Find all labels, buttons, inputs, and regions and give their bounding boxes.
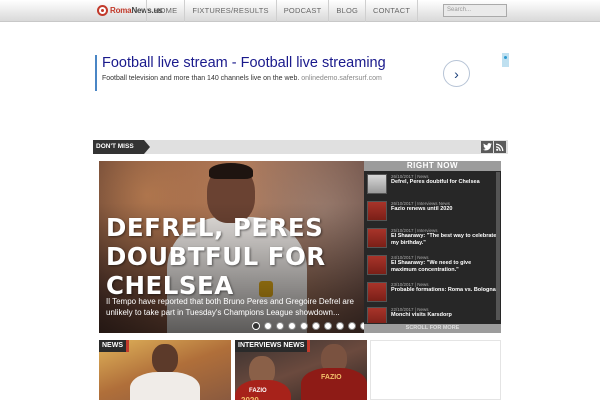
empty-card bbox=[370, 340, 501, 400]
news-card[interactable]: NEWS bbox=[99, 340, 231, 400]
right-now-item[interactable]: 22/10/2017 | News Monchi visits Karsdorp bbox=[367, 307, 497, 323]
slider-dot[interactable] bbox=[252, 322, 260, 330]
slider-pagination bbox=[252, 322, 364, 330]
right-now-headline[interactable]: Fazio renews until 2020 bbox=[391, 206, 497, 213]
card-player-head bbox=[152, 344, 178, 374]
card-shirt-right bbox=[301, 368, 367, 400]
right-now-headline[interactable]: Defrel, Peres doubtful for Chelsea bbox=[391, 179, 497, 186]
slider-dot[interactable] bbox=[324, 322, 332, 330]
featured-headline[interactable]: DEFREL, PERES DOUBTFUL FOR CHELSEA bbox=[106, 213, 356, 300]
slider-dot[interactable] bbox=[336, 322, 344, 330]
right-now-item[interactable]: 26/10/2017 | Interviews News Fazio renews… bbox=[367, 201, 497, 223]
right-now-item[interactable]: 25/10/2017 | Interviews El Shaarawy: "The… bbox=[367, 228, 497, 250]
logo-icon bbox=[97, 5, 108, 16]
ad-next-arrow-icon[interactable]: › bbox=[443, 60, 470, 87]
ad-url[interactable]: onlinedemo.safersurf.com bbox=[301, 75, 382, 82]
nav-item-contact[interactable]: CONTACT bbox=[365, 0, 419, 22]
right-now-thumbnail bbox=[367, 282, 387, 302]
top-navigation-bar: RomaNews.us HOME FIXTURES/RESULTS PODCAS… bbox=[0, 0, 600, 22]
scroll-for-more-button[interactable]: SCROLL FOR MORE bbox=[364, 324, 501, 333]
right-now-scrollbar[interactable] bbox=[496, 172, 500, 320]
shirt-year: 2020 bbox=[241, 396, 259, 400]
dont-miss-bar: DON'T MISS bbox=[93, 140, 508, 154]
nav-item-blog[interactable]: BLOG bbox=[328, 0, 365, 22]
featured-slider[interactable]: DEFREL, PERES DOUBTFUL FOR CHELSEA Il Te… bbox=[99, 161, 364, 333]
slider-dot[interactable] bbox=[312, 322, 320, 330]
right-now-item[interactable]: 26/10/2017 | News Defrel, Peres doubtful … bbox=[367, 174, 497, 196]
interviews-news-card[interactable]: INTERVIEWS NEWS FAZIO FAZIO 2020 bbox=[235, 340, 367, 400]
search-input[interactable]: Search... bbox=[443, 4, 507, 17]
right-now-headline[interactable]: Probable formations: Roma vs. Bologna bbox=[391, 287, 497, 294]
shirt-name-right: FAZIO bbox=[321, 374, 342, 381]
ad-description: Football television and more than 140 ch… bbox=[102, 75, 475, 82]
slider-dot[interactable] bbox=[300, 322, 308, 330]
right-now-headline[interactable]: Monchi visits Karsdorp bbox=[391, 312, 497, 319]
twitter-icon[interactable] bbox=[481, 141, 493, 153]
shirt-name-left: FAZIO bbox=[249, 388, 267, 394]
nav-item-fixtures-results[interactable]: FIXTURES/RESULTS bbox=[184, 0, 275, 22]
slider-dot[interactable] bbox=[264, 322, 272, 330]
right-now-headline[interactable]: El Shaarawy: "The best way to celebrate … bbox=[391, 233, 497, 247]
ad-title[interactable]: Football live stream - Football live str… bbox=[102, 55, 475, 71]
ad-description-text: Football television and more than 140 ch… bbox=[102, 75, 300, 82]
right-now-item[interactable]: 24/10/2017 | News El Shaarawy: "We need t… bbox=[367, 255, 497, 277]
card-player-shirt bbox=[130, 372, 200, 400]
rss-icon[interactable] bbox=[494, 141, 506, 153]
card-category-label[interactable]: NEWS bbox=[99, 340, 129, 352]
ad-choices-icon[interactable] bbox=[502, 53, 509, 67]
right-now-thumbnail bbox=[367, 307, 387, 323]
right-now-thumbnail bbox=[367, 228, 387, 248]
player-image-hair bbox=[209, 163, 253, 179]
slider-dot[interactable] bbox=[288, 322, 296, 330]
right-now-thumbnail bbox=[367, 174, 387, 194]
slider-dot[interactable] bbox=[348, 322, 356, 330]
nav-item-podcast[interactable]: PODCAST bbox=[275, 0, 329, 22]
right-now-thumbnail bbox=[367, 255, 387, 275]
nav-item-home[interactable]: HOME bbox=[146, 0, 184, 22]
right-now-panel: RIGHT NOW 26/10/2017 | News Defrel, Peres… bbox=[364, 161, 501, 333]
main-menu: HOME FIXTURES/RESULTS PODCAST BLOG CONTA… bbox=[146, 0, 419, 22]
right-now-headline[interactable]: El Shaarawy: "We need to give maximum co… bbox=[391, 260, 497, 274]
slider-dot[interactable] bbox=[276, 322, 284, 330]
dont-miss-label: DON'T MISS bbox=[93, 140, 150, 154]
featured-excerpt: Il Tempo have reported that both Bruno P… bbox=[106, 297, 354, 317]
right-now-item[interactable]: 23/10/2017 | News Probable formations: Ro… bbox=[367, 282, 497, 304]
card-category-label[interactable]: INTERVIEWS NEWS bbox=[235, 340, 311, 352]
ad-banner[interactable]: Football live stream - Football live str… bbox=[95, 55, 475, 91]
right-now-thumbnail bbox=[367, 201, 387, 221]
right-now-title: RIGHT NOW bbox=[364, 161, 501, 171]
